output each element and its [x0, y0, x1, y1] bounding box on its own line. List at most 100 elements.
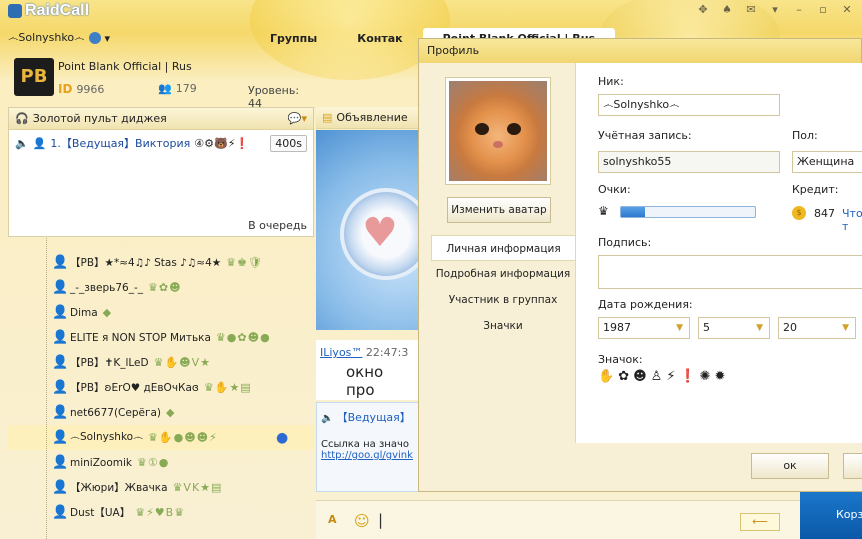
- app-logo: RaidCall: [8, 2, 89, 20]
- person-icon: 👤: [52, 280, 69, 295]
- list-item[interactable]: 👤 Dima ◆: [8, 300, 314, 325]
- send-button[interactable]: ⟵: [740, 513, 780, 531]
- list-item[interactable]: 👤 miniZoomik ♛①●: [8, 450, 314, 475]
- chat-message: ILiyos™ 22:47:3 окно про: [316, 340, 420, 400]
- points-progress-fill: [621, 207, 646, 217]
- notice-title[interactable]: 【Ведущая】: [337, 411, 411, 424]
- close-icon[interactable]: ✕: [840, 3, 854, 17]
- chevron-down-icon: ▼: [842, 323, 849, 333]
- birth-day-select[interactable]: 20 ▼: [778, 317, 856, 339]
- user-badges-icon: ◆: [102, 306, 113, 319]
- user-badges-icon: ♛✋●☻☻⚡: [148, 431, 218, 444]
- shirt-icon[interactable]: ♠: [720, 3, 734, 17]
- notice-link[interactable]: http://goo.gl/gvink: [321, 450, 415, 461]
- change-avatar-button[interactable]: Изменить аватар: [447, 197, 551, 223]
- person-icon: 👤: [52, 430, 69, 445]
- channel-id: ID 9966: [58, 82, 104, 96]
- birth-year-select[interactable]: 1987 ▼: [598, 317, 690, 339]
- list-item[interactable]: 👤 【PB】ʚErO♥ дЕвОчКаɞ ♛✋★▤: [8, 375, 314, 400]
- stage-image: ♥: [316, 130, 420, 330]
- face-badge-icon: ☻: [633, 369, 647, 384]
- person-icon: 👤: [52, 255, 69, 270]
- list-item[interactable]: 👤 ෴Solnyshko෴ ♛✋●☻☻⚡ ⬤: [8, 425, 314, 450]
- nav-detailed-info[interactable]: Подробная информация: [431, 261, 575, 287]
- channel-members: 👥 179: [158, 82, 197, 95]
- maximize-icon[interactable]: ▫: [816, 3, 830, 17]
- list-item[interactable]: 👤 net6677(Серёга) ◆: [8, 400, 314, 425]
- list-item[interactable]: 👤 Dust【UA】 ♛⚡♥B♛: [8, 500, 314, 525]
- profile-nav: Личная информация Подробная информация У…: [431, 235, 575, 339]
- font-format-icon[interactable]: A: [328, 513, 337, 526]
- nav-groups[interactable]: Участник в группах: [431, 287, 575, 313]
- current-speaker-row[interactable]: 🔈 👤 1.【Ведущая】Виктория ④⚙🐻⚡❗ 400s: [9, 132, 313, 154]
- speaker-timer: 400s: [270, 134, 307, 152]
- desktop-recycle-bin[interactable]: Корз: [800, 490, 862, 539]
- user-badges-icon: ♛✋☻V★: [153, 356, 212, 369]
- gender-label: Пол:: [792, 129, 818, 142]
- birth-month-select[interactable]: 5 ▼: [698, 317, 770, 339]
- gender-field[interactable]: Женщина: [792, 151, 862, 173]
- person-icon: 👤: [32, 136, 47, 150]
- tab-contacts[interactable]: Контак: [337, 28, 422, 50]
- ok-button[interactable]: ок: [751, 453, 829, 479]
- user-name: ELITE я NON STOP Митька: [70, 331, 211, 344]
- list-item[interactable]: 👤 ELITE я NON STOP Митька ♛●✿☻●: [8, 325, 314, 350]
- profile-sidebar: Изменить аватар Личная информация Подроб…: [419, 63, 575, 491]
- desktop-label: Корз: [836, 508, 862, 521]
- message-input[interactable]: |: [378, 511, 383, 529]
- list-item[interactable]: 👤 【PB】✝K_lLeD ♛✋☻V★: [8, 350, 314, 375]
- channel-logo: PB: [14, 58, 54, 96]
- announcement-tab[interactable]: ▤ Объявление: [316, 107, 420, 129]
- list-item[interactable]: 👤 _-_зверь76_-_ ♛✿☻: [8, 275, 314, 300]
- user-name: 【PB】✝K_lLeD: [70, 357, 149, 369]
- mail-icon[interactable]: ✉: [744, 3, 758, 17]
- user-badges-icon: ♛VK★▤: [172, 481, 223, 494]
- notice-body: Ссылка на значо: [321, 439, 409, 450]
- user-list: 👤 【PB】★*≈4♫♪ Stas ♪♫≈4★ ♛♚🛡 👤 _-_зверь76…: [8, 238, 314, 539]
- profile-footer: ок: [575, 443, 862, 491]
- credit-more-link[interactable]: Что т: [842, 207, 862, 233]
- avatar-nose: [493, 141, 503, 148]
- user-name: 【Жюри】Жвачка: [70, 482, 168, 494]
- profile-title: Профиль: [419, 39, 861, 63]
- signature-label: Подпись:: [598, 236, 652, 249]
- tab-groups[interactable]: Группы: [250, 28, 337, 50]
- person-icon: 👤: [52, 405, 69, 420]
- person-icon: 👤: [52, 505, 69, 520]
- account-field: solnyshko55: [598, 151, 780, 173]
- heart-icon: ♥: [362, 210, 398, 256]
- points-badge-icon: ♛: [598, 204, 609, 218]
- speaker-icon: 🔈: [321, 413, 334, 424]
- channel-header: PB Point Blank Official | Rus ID 9966 👥 …: [8, 54, 314, 110]
- chat-nick[interactable]: ILiyos™: [320, 346, 362, 359]
- queue-button[interactable]: В очередь: [248, 219, 307, 232]
- cancel-button[interactable]: [843, 453, 862, 479]
- nick-field[interactable]: ෴Solnyshko෴: [598, 94, 780, 116]
- profile-dialog: Профиль Изменить аватар Личная информаци…: [418, 38, 862, 492]
- dj-menu-icon[interactable]: 💬▾: [288, 112, 307, 125]
- nav-personal-info[interactable]: Личная информация: [431, 235, 575, 261]
- current-speaker-name: 1.【Ведущая】Виктория: [50, 137, 191, 150]
- gamepad-icon[interactable]: ✥: [696, 3, 710, 17]
- minimize-icon[interactable]: –: [792, 3, 806, 17]
- avatar-image: [449, 81, 547, 181]
- dropdown-icon[interactable]: ▾: [768, 3, 782, 17]
- user-name: 【PB】ʚErO♥ дЕвОчКаɞ: [70, 382, 199, 394]
- raidcall-logo-icon: [8, 4, 22, 18]
- smiley-icon[interactable]: ☺: [354, 512, 370, 530]
- user-badges-icon: ♛①●: [137, 456, 170, 469]
- fire-badge-icon: ✹: [714, 369, 726, 384]
- person-icon: 👤: [52, 480, 69, 495]
- user-name: ෴Solnyshko෴: [70, 431, 144, 443]
- birthday-label: Дата рождения:: [598, 298, 693, 311]
- signature-field[interactable]: [598, 255, 862, 289]
- dj-panel: 🎧 Золотой пульт диджея 💬▾ 🔈 👤 1.【Ведущая…: [8, 107, 314, 237]
- list-item[interactable]: 👤 【PB】★*≈4♫♪ Stas ♪♫≈4★ ♛♚🛡: [8, 250, 314, 275]
- chevron-down-icon[interactable]: ▾: [105, 32, 111, 45]
- current-user[interactable]: ෴Solnyshko෴ ▾: [8, 30, 110, 46]
- chat-text: окно про: [346, 363, 384, 399]
- nav-badges[interactable]: Значки: [431, 313, 575, 339]
- status-icon[interactable]: [88, 32, 101, 44]
- list-item[interactable]: 👤 【Жюри】Жвачка ♛VK★▤: [8, 475, 314, 500]
- speaker-icon[interactable]: 🔈: [15, 137, 29, 150]
